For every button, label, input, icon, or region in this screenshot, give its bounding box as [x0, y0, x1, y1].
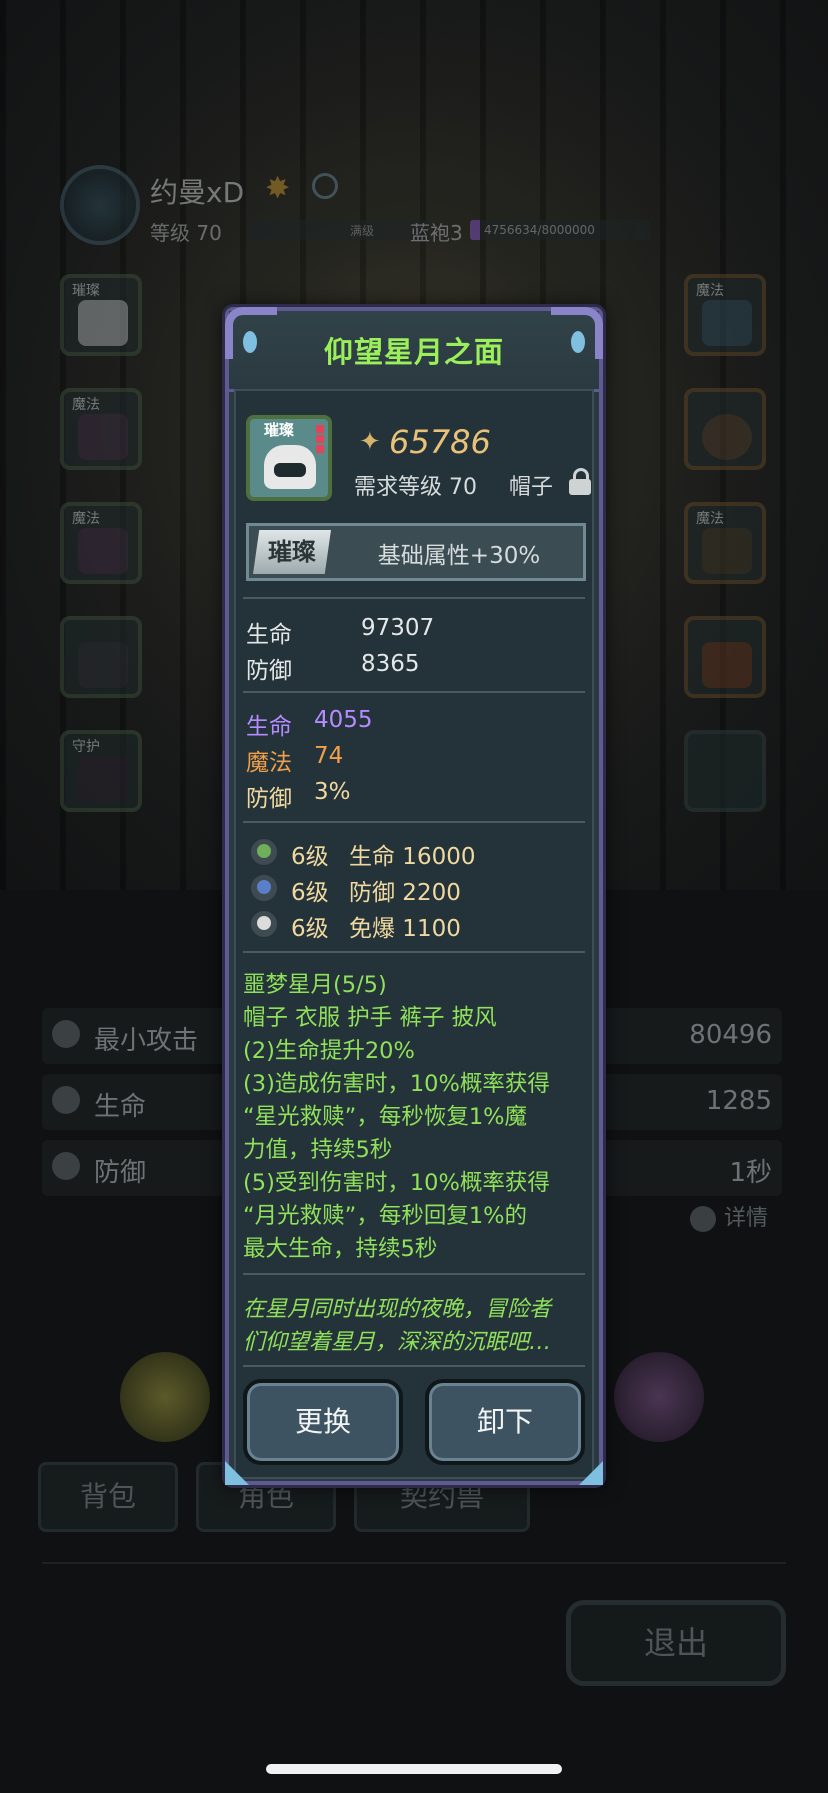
extra-stat-value: 3%	[314, 779, 351, 805]
unequip-button[interactable]: 卸下	[425, 1379, 585, 1465]
divider	[243, 691, 585, 693]
rarity-bar: 璀璨 基础属性+30%	[246, 523, 586, 581]
base-stat-value: 97307	[361, 615, 435, 641]
set-line: 力值，持续5秒	[243, 1137, 393, 1163]
set-line: (3)造成伤害时，10%概率获得	[243, 1071, 550, 1097]
rarity-bonus: 基础属性+30%	[377, 543, 541, 569]
extra-stat-value: 74	[314, 743, 344, 769]
helmet-icon	[264, 445, 316, 489]
extra-stat-label: 生命	[246, 714, 292, 740]
gem-effect: 生命 16000	[349, 844, 476, 870]
player-header: 约曼xD ✸ 等级 70 满级 蓝袍3 4756634/8000000	[60, 165, 760, 245]
home-indicator[interactable]	[266, 1764, 562, 1774]
white-gem-icon	[251, 911, 277, 937]
dialog-title-bar: 仰望星月之面	[229, 311, 599, 392]
set-line: (5)受到伤害时，10%概率获得	[243, 1170, 550, 1196]
set-line: “月光救赎”，每秒回复1%的	[243, 1203, 528, 1229]
item-detail-dialog: 仰望星月之面 璀璨 ✦ 65786 需求等级 70 帽子 璀璨 基础属性+30%…	[225, 307, 603, 1485]
player-name: 约曼xD	[150, 176, 245, 209]
extra-stat-value: 4055	[314, 707, 373, 733]
yellow-orb-icon[interactable]	[120, 1352, 210, 1442]
replace-button[interactable]: 更换	[243, 1379, 403, 1465]
divider	[243, 821, 585, 823]
robe-progress-bar: 4756634/8000000	[470, 220, 650, 240]
frame-gem-icon	[243, 331, 257, 353]
divider	[243, 1273, 585, 1275]
base-stat-value: 8365	[361, 651, 420, 677]
sword-icon	[52, 1020, 80, 1048]
divider	[243, 597, 585, 599]
required-level: 需求等级 70	[354, 475, 477, 500]
heart-icon	[52, 1086, 80, 1114]
slot-amulet[interactable]	[684, 616, 766, 698]
item-power: 65786	[389, 423, 491, 461]
gem-slots-icon	[316, 425, 324, 453]
purple-orb-icon[interactable]	[614, 1352, 704, 1442]
slot-boots[interactable]: 魔法	[60, 502, 142, 584]
extra-stat-label: 防御	[246, 786, 292, 812]
slot-armor[interactable]: 魔法	[60, 388, 142, 470]
lock-icon[interactable]	[569, 468, 591, 495]
slot-weapon[interactable]: 魔法	[684, 274, 766, 356]
item-name: 仰望星月之面	[323, 335, 504, 369]
base-stat-label: 防御	[246, 658, 292, 684]
divider	[243, 1365, 585, 1367]
base-stat-label: 生命	[246, 622, 292, 648]
gem-effect: 防御 2200	[349, 880, 461, 906]
gem-effect: 免爆 1100	[349, 916, 461, 942]
gem-level: 6级	[291, 880, 329, 906]
divider	[42, 1562, 786, 1564]
blue-gem-icon	[251, 875, 277, 901]
gem-level: 6级	[291, 844, 329, 870]
frame-gem-icon	[571, 331, 585, 353]
player-avatar[interactable]	[60, 165, 140, 245]
level-bar: 满级	[250, 220, 430, 240]
set-pieces: 帽子 衣服 护手 裤子 披风	[243, 1005, 497, 1031]
shield-icon	[52, 1152, 80, 1180]
info-icon	[690, 1206, 716, 1232]
set-bonus: 噩梦星月(5/5) 帽子 衣服 护手 裤子 披风 (2)生命提升20% (3)造…	[243, 969, 583, 1266]
slot-cloak[interactable]: 守护	[60, 730, 142, 812]
gem-level: 6级	[291, 916, 329, 942]
slot-necklace[interactable]: 魔法	[684, 502, 766, 584]
robe-rank: 蓝袍3	[410, 221, 463, 245]
item-icon: 璀璨	[246, 415, 332, 501]
slot-gloves[interactable]	[60, 616, 142, 698]
tab-backpack[interactable]: 背包	[38, 1462, 178, 1532]
set-line: 最大生命，持续5秒	[243, 1236, 438, 1262]
slot-ring[interactable]	[684, 388, 766, 470]
moon-badge-icon	[312, 173, 338, 199]
player-level: 等级 70	[150, 221, 222, 245]
set-line: “星光救赎”，每秒恢复1%魔	[243, 1104, 528, 1130]
extra-stat-label: 魔法	[246, 750, 292, 776]
item-slot-type: 帽子	[509, 475, 554, 500]
set-name: 噩梦星月(5/5)	[243, 972, 387, 998]
divider	[243, 951, 585, 953]
flavor-text: 在星月同时出现的夜晚，冒险者 们仰望着星月，深深的沉眠吧…	[243, 1297, 552, 1355]
slot-hat[interactable]: 璀璨	[60, 274, 142, 356]
slot-empty[interactable]	[684, 730, 766, 812]
detail-link[interactable]: 详情	[690, 1200, 768, 1232]
green-gem-icon	[251, 839, 277, 865]
rarity-tag: 璀璨	[253, 530, 331, 574]
set-line: (2)生命提升20%	[243, 1038, 415, 1064]
exit-button[interactable]: 退出	[566, 1600, 786, 1686]
star-badge-icon: ✸	[265, 171, 291, 206]
power-icon: ✦	[359, 427, 381, 457]
